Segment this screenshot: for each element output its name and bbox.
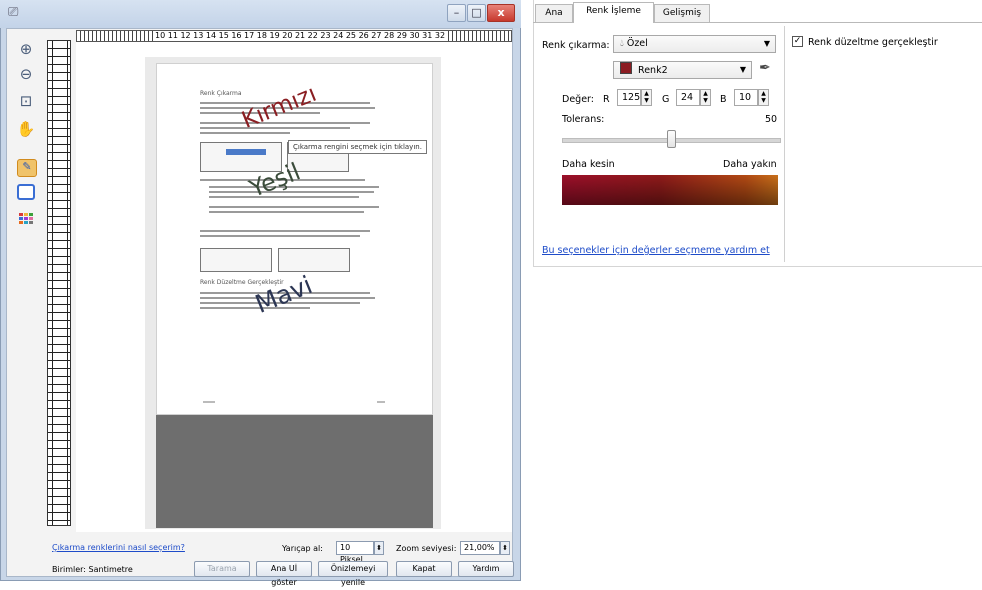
- horizontal-ruler: 10 11 12 13 14 15 16 17 18 19 20 21 22 2…: [76, 30, 512, 42]
- zoom-out-icon[interactable]: ⊖: [14, 63, 38, 85]
- color-correction-checkbox[interactable]: ✓: [792, 36, 803, 47]
- color-drop-value: Özel: [626, 38, 648, 49]
- tab-color-processing[interactable]: Renk İşleme: [573, 2, 654, 23]
- r-value-stepper[interactable]: ▲ ▼: [641, 89, 652, 106]
- color-drop-label: Renk çıkarma:: [542, 40, 610, 51]
- doc-heading-1: Renk Çıkarma: [200, 90, 242, 97]
- radius-stepper[interactable]: ⬍: [374, 541, 384, 555]
- units-label: Birimler: Santimetre: [52, 565, 133, 574]
- vertical-ruler: [47, 40, 71, 526]
- color-help-link[interactable]: Çıkarma renklerini nasıl seçerim?: [52, 543, 185, 552]
- value-label: Değer:: [562, 94, 594, 105]
- radius-input[interactable]: 10 Piksel: [336, 541, 374, 564]
- g-value-stepper[interactable]: ▲ ▼: [700, 89, 711, 106]
- droplet-icon: 💧︎: [620, 38, 624, 49]
- close-window-button[interactable]: x: [487, 4, 515, 22]
- zoom-level-input[interactable]: 21,00%: [460, 541, 500, 555]
- color-name-value: Renk2: [638, 65, 668, 76]
- unscanned-area: [156, 415, 433, 528]
- tolerance-label: Tolerans:: [562, 114, 605, 125]
- b-label: B: [720, 94, 727, 105]
- close-button[interactable]: Kapat: [396, 561, 452, 577]
- g-label: G: [662, 94, 670, 105]
- stricter-label: Daha kesin: [562, 159, 615, 170]
- hand-icon[interactable]: ✋: [14, 118, 38, 140]
- b-value-input[interactable]: 10: [734, 89, 758, 106]
- color-frame-icon[interactable]: [17, 184, 35, 200]
- tolerance-slider-thumb[interactable]: [667, 130, 676, 148]
- zoom-in-icon[interactable]: ⊕: [14, 38, 38, 60]
- minimize-button[interactable]: –: [447, 4, 466, 22]
- color-correction-label: Renk düzeltme gerçekleştir: [808, 37, 938, 48]
- maximize-button[interactable]: □: [467, 4, 486, 22]
- zoom-level-stepper[interactable]: ⬍: [500, 541, 510, 555]
- eyedropper-icon[interactable]: ✎: [17, 159, 37, 177]
- tab-main[interactable]: Ana: [535, 4, 573, 22]
- horizontal-ruler-labels: 10 11 12 13 14 15 16 17 18 19 20 21 22 2…: [155, 31, 446, 41]
- r-label: R: [603, 94, 610, 105]
- help-select-values-link[interactable]: Bu seçenekler için değerler seçmeme yard…: [542, 245, 770, 256]
- color-swatch: [620, 62, 632, 74]
- tolerance-value: 50: [765, 114, 778, 125]
- color-name-select[interactable]: Renk2 ▼: [613, 61, 752, 79]
- scan-button[interactable]: Tarama: [194, 561, 250, 577]
- chevron-down-icon: ▼: [739, 65, 746, 74]
- zoom-fit-icon[interactable]: ⊡: [14, 90, 38, 112]
- title-bar: [0, 0, 521, 28]
- zoom-level-label: Zoom seviyesi:: [396, 544, 457, 553]
- b-value-stepper[interactable]: ▲ ▼: [758, 89, 769, 106]
- tooltip: Çıkarma rengini seçmek için tıklayın.: [288, 140, 427, 154]
- help-button[interactable]: Yardım: [458, 561, 514, 577]
- looser-label: Daha yakın: [723, 159, 777, 170]
- eyedropper-icon[interactable]: ✒: [759, 60, 771, 76]
- palette-icon[interactable]: [17, 210, 35, 226]
- refresh-preview-button[interactable]: Önizlemeyi yenile: [318, 561, 388, 587]
- scanner-icon: ⎚: [8, 5, 19, 20]
- show-main-ui-button[interactable]: Ana Uİ göster: [256, 561, 312, 587]
- radius-label: Yarıçap al:: [282, 544, 323, 553]
- color-drop-select[interactable]: 💧︎ Özel ▼: [613, 35, 776, 53]
- r-value-input[interactable]: 125: [617, 89, 641, 106]
- g-value-input[interactable]: 24: [676, 89, 700, 106]
- chevron-down-icon: ▼: [763, 39, 770, 48]
- scanned-page[interactable]: Renk Çıkarma Renk Düzeltme Gerçekleştir: [156, 63, 433, 415]
- tab-advanced[interactable]: Gelişmiş: [654, 4, 710, 22]
